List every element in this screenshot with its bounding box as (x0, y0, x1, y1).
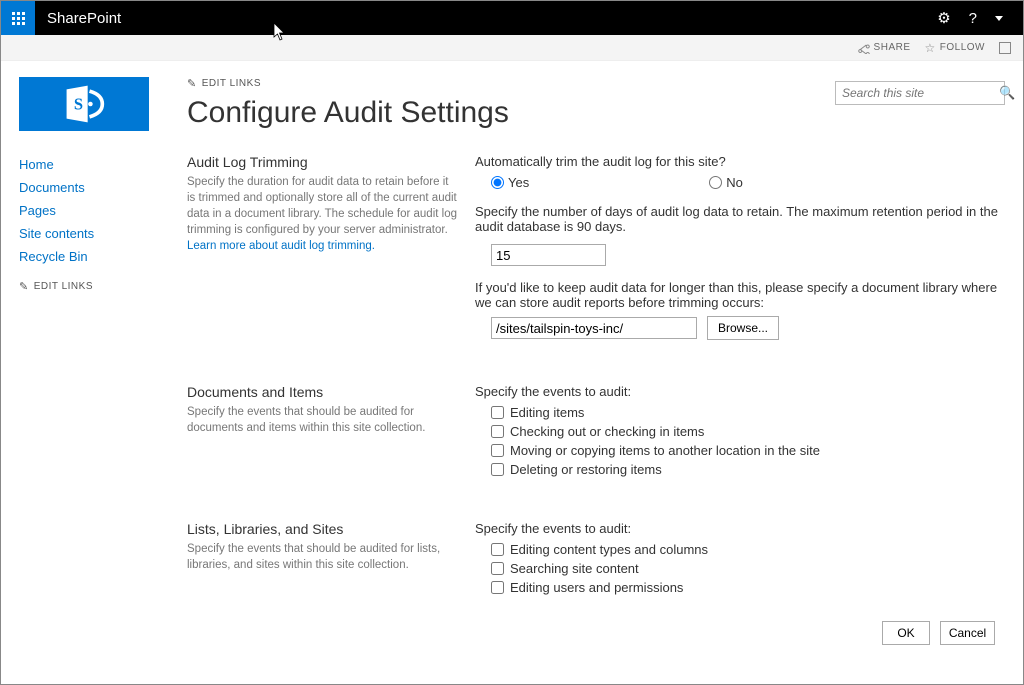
waffle-icon (12, 12, 25, 25)
help-icon[interactable]: ? (969, 10, 977, 27)
chk-checking-out-in[interactable]: Checking out or checking in items (491, 424, 1005, 439)
retention-days-label: Specify the number of days of audit log … (475, 204, 1005, 234)
search-input[interactable] (842, 86, 999, 100)
follow-button[interactable]: ☆ FOLLOW (925, 41, 986, 55)
site-logo[interactable]: S (19, 77, 149, 131)
pencil-icon: ✎ (19, 280, 29, 293)
pencil-icon: ✎ (187, 77, 197, 90)
svg-text:S: S (74, 95, 83, 114)
share-label: SHARE (874, 42, 911, 53)
follow-label: FOLLOW (940, 42, 985, 53)
edit-links-label: EDIT LINKS (34, 281, 93, 292)
app-name: SharePoint (47, 10, 121, 27)
chk-deleting-restoring[interactable]: Deleting or restoring items (491, 462, 1005, 477)
section-audit-log-trimming: Audit Log Trimming Specify the duration … (187, 154, 1005, 340)
nav-pages[interactable]: Pages (19, 199, 169, 222)
auto-trim-label: Automatically trim the audit log for thi… (475, 154, 1005, 169)
learn-more-link[interactable]: Learn more about audit log trimming. (187, 240, 375, 252)
section-title: Audit Log Trimming (187, 154, 457, 170)
focus-content-button[interactable] (999, 42, 1011, 54)
events-label: Specify the events to audit: (475, 521, 1005, 536)
chk-content-types[interactable]: Editing content types and columns (491, 542, 1005, 557)
library-path-input[interactable] (491, 317, 697, 339)
section-title: Documents and Items (187, 384, 457, 400)
library-path-label: If you'd like to keep audit data for lon… (475, 280, 1005, 310)
nav-documents[interactable]: Documents (19, 176, 169, 199)
section-lists-libraries-sites: Lists, Libraries, and Sites Specify the … (187, 521, 1005, 645)
app-launcher-button[interactable] (1, 1, 35, 35)
share-icon (858, 42, 870, 54)
chk-moving-copying[interactable]: Moving or copying items to another locat… (491, 443, 1005, 458)
search-icon[interactable]: 🔍 (999, 85, 1015, 101)
suite-bar: SharePoint ⚙ ? (1, 1, 1023, 35)
settings-gear-icon[interactable]: ⚙ (937, 9, 950, 27)
top-edit-links[interactable]: ✎ EDIT LINKS (187, 77, 509, 90)
chk-searching[interactable]: Searching site content (491, 561, 1005, 576)
section-title: Lists, Libraries, and Sites (187, 521, 457, 537)
star-icon: ☆ (925, 41, 936, 55)
share-button[interactable]: SHARE (858, 42, 911, 54)
browse-button[interactable]: Browse... (707, 316, 779, 340)
section-description: Specify the duration for audit data to r… (187, 174, 457, 254)
search-box[interactable]: 🔍 (835, 81, 1005, 105)
chk-editing-items[interactable]: Editing items (491, 405, 1005, 420)
sharepoint-logo-icon: S (62, 82, 106, 126)
ok-button[interactable]: OK (882, 621, 930, 645)
radio-yes[interactable]: Yes (491, 175, 529, 190)
nav-edit-links[interactable]: ✎ EDIT LINKS (19, 280, 169, 293)
section-documents-items: Documents and Items Specify the events t… (187, 384, 1005, 477)
page-title: Configure Audit Settings (187, 96, 509, 130)
user-menu-caret-icon[interactable] (995, 16, 1003, 21)
events-label: Specify the events to audit: (475, 384, 1005, 399)
nav-home[interactable]: Home (19, 153, 169, 176)
chk-users-permissions[interactable]: Editing users and permissions (491, 580, 1005, 595)
radio-no[interactable]: No (709, 175, 743, 190)
left-navigation: Home Documents Pages Site contents Recyc… (19, 153, 169, 293)
suite-bar-right: ⚙ ? (937, 9, 1023, 27)
section-description: Specify the events that should be audite… (187, 541, 457, 573)
retention-days-input[interactable] (491, 244, 606, 266)
page-action-bar: SHARE ☆ FOLLOW (1, 35, 1023, 61)
nav-recycle-bin[interactable]: Recycle Bin (19, 245, 169, 268)
nav-site-contents[interactable]: Site contents (19, 222, 169, 245)
cancel-button[interactable]: Cancel (940, 621, 995, 645)
section-description: Specify the events that should be audite… (187, 404, 457, 436)
edit-links-label: EDIT LINKS (202, 78, 261, 89)
